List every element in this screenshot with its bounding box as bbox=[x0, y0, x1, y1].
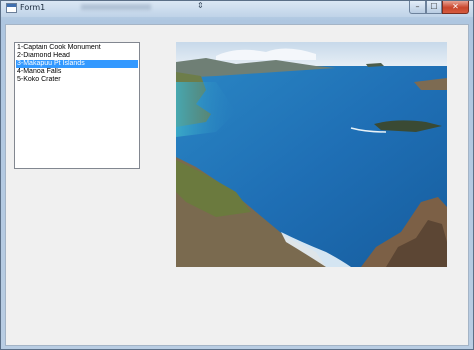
list-item[interactable]: 5-Koko Crater bbox=[16, 76, 138, 84]
maximize-button[interactable]: ☐ bbox=[426, 1, 442, 14]
minimize-button[interactable]: – bbox=[409, 1, 426, 14]
picture-box bbox=[176, 42, 447, 267]
form-client-area: 1-Captain Cook Monument 2-Diamond Head 3… bbox=[5, 24, 469, 346]
minimize-icon: – bbox=[415, 2, 420, 11]
places-listbox[interactable]: 1-Captain Cook Monument 2-Diamond Head 3… bbox=[14, 42, 140, 169]
title-bar[interactable]: Form1 ⇕ – ☐ ✕ bbox=[1, 1, 473, 17]
app-icon bbox=[6, 3, 17, 13]
window-title: Form1 bbox=[20, 3, 46, 12]
list-item[interactable]: 1-Captain Cook Monument bbox=[16, 44, 138, 52]
list-item[interactable]: 3-Makapuu Pt Islands bbox=[16, 60, 138, 68]
list-item[interactable]: 2-Diamond Head bbox=[16, 52, 138, 60]
blurred-background-text bbox=[81, 4, 151, 10]
maximize-icon: ☐ bbox=[430, 2, 438, 11]
list-item[interactable]: 4-Manoa Falls bbox=[16, 68, 138, 76]
cursor-icon: ⇕ bbox=[197, 1, 204, 10]
close-icon: ✕ bbox=[452, 2, 459, 11]
application-window: Form1 ⇕ – ☐ ✕ 1-Captain Cook Monument 2-… bbox=[0, 0, 474, 350]
close-button[interactable]: ✕ bbox=[442, 1, 469, 14]
